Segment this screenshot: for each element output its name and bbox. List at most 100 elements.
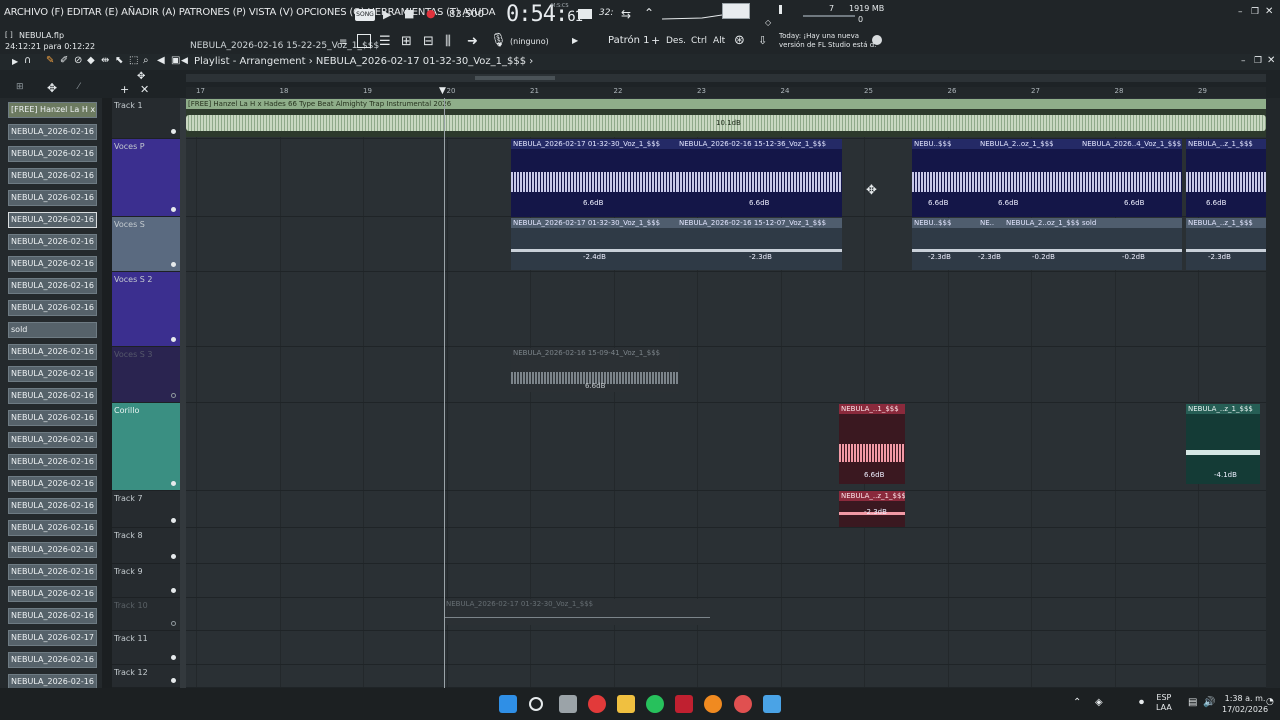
audio-clip-voces-p-1[interactable]: NEBULA_2026-02-17 01-32-30_Voz_1_$$$ 6.6… bbox=[511, 139, 677, 217]
picker-item[interactable]: NEBULA_2026-02-16 15- bbox=[8, 344, 97, 360]
file-explorer-icon[interactable] bbox=[617, 695, 635, 713]
picker-item[interactable]: NEBULA_2026-02-16 14- bbox=[8, 146, 97, 162]
app-red-icon[interactable] bbox=[675, 695, 693, 713]
brush-tool-icon[interactable]: ✐ bbox=[60, 55, 68, 66]
windows-start-icon[interactable] bbox=[499, 695, 517, 713]
timeline-ruler[interactable]: 17 18 19 20 21 22 23 24 25 26 27 28 29 bbox=[186, 87, 1266, 98]
close-app-button[interactable]: ✕ bbox=[1265, 6, 1273, 17]
audio-clip-track7[interactable]: NEBULA_..z_1_$$$ -2.3dB bbox=[839, 491, 905, 527]
slice-tool-icon[interactable]: ⇹ bbox=[101, 55, 109, 66]
network-icon[interactable]: ◈ bbox=[1095, 697, 1103, 708]
news-line-1[interactable]: Today: ¡Hay una nueva bbox=[779, 32, 859, 40]
picker-item[interactable]: NEBULA_2026-02-16 15- bbox=[8, 212, 97, 228]
modifier-ctrl[interactable]: Ctrl bbox=[691, 36, 707, 46]
picker-link-icon[interactable]: ⁄ bbox=[78, 82, 80, 92]
browser-icon[interactable]: ⫼ bbox=[445, 34, 451, 49]
track-mute-dot[interactable] bbox=[171, 588, 176, 593]
loop-icon[interactable]: ⇆ bbox=[621, 7, 631, 21]
audio-clip-voces-p-5[interactable]: NEBULA_2026..4_Voz_1_$$$ 6.6dB bbox=[1080, 139, 1182, 217]
horizontal-scrollbar[interactable] bbox=[186, 74, 1266, 82]
audio-clip-voces-s-7[interactable]: NE.. -2.3dB bbox=[978, 218, 1004, 270]
playhead-marker[interactable]: ▼ bbox=[439, 86, 446, 96]
track-mute-dot[interactable] bbox=[171, 554, 176, 559]
picker-item[interactable]: NEBULA_2026-02-17 17- bbox=[8, 630, 97, 646]
playlist-minimize-button[interactable]: – bbox=[1241, 56, 1246, 66]
playlist-menu-arrow[interactable]: ▶ bbox=[12, 57, 18, 66]
maximize-app-button[interactable]: ❐ bbox=[1251, 7, 1259, 17]
playlist-toggle-icon[interactable] bbox=[357, 34, 371, 48]
language-indicator[interactable]: ESP LAA bbox=[1156, 693, 1172, 713]
picker-item[interactable]: NEBULA_2026-02-16 16- bbox=[8, 432, 97, 448]
picker-item[interactable]: NEBULA_2026-02-16 16- bbox=[8, 520, 97, 536]
track-header-1[interactable]: Track 1 bbox=[112, 98, 180, 139]
modifier-undo[interactable]: Des. bbox=[666, 36, 686, 46]
play-button[interactable]: ▶ bbox=[383, 8, 391, 21]
pencil-tool-icon[interactable]: ✎ bbox=[46, 55, 54, 66]
mute-tool-icon[interactable]: ⊘ bbox=[74, 55, 82, 66]
track-mute-dot[interactable] bbox=[171, 655, 176, 660]
move-icon[interactable]: ✥ bbox=[47, 81, 57, 95]
volume-icon[interactable]: 🔊 bbox=[1203, 697, 1215, 708]
audio-clip-voces-s-6[interactable]: NEBULA_..z_1_$$$ -2.3dB bbox=[1186, 218, 1266, 270]
system-clock[interactable]: 1:38 a. m. 17/02/2026 bbox=[1222, 693, 1268, 715]
track-header-corillo[interactable]: Corillo bbox=[112, 403, 180, 491]
pattern-next-icon[interactable]: ▶ bbox=[572, 36, 578, 45]
speaker-icon[interactable]: ◀ bbox=[157, 55, 165, 66]
picker-item[interactable]: NEBULA_2026-02-16 15- bbox=[8, 278, 97, 294]
task-view-icon[interactable] bbox=[559, 695, 577, 713]
piano-icon[interactable] bbox=[578, 9, 592, 19]
picker-item[interactable]: NEBULA_2026-02-16 15- bbox=[8, 388, 97, 404]
audio-clip-corillo-2[interactable]: NEBULA_..z_1_$$$ -4.1dB bbox=[1186, 404, 1260, 484]
news-line-2[interactable]: versión de FL Studio está d. bbox=[779, 41, 876, 49]
stop-button[interactable]: ■ bbox=[404, 7, 414, 20]
microphone-icon[interactable]: 🎙 bbox=[490, 33, 507, 48]
audio-clip-voces-p-4[interactable]: NEBULA_2..oz_1_$$$ 6.6dB bbox=[978, 139, 1080, 217]
download-icon[interactable]: ⇩ bbox=[758, 34, 767, 47]
mixer-icon[interactable]: ⊟ bbox=[423, 34, 434, 49]
slip-tool-icon[interactable]: ◆ bbox=[87, 55, 95, 66]
record-button[interactable]: ● bbox=[426, 7, 436, 20]
minimize-app-button[interactable]: – bbox=[1238, 7, 1243, 17]
picker-item[interactable]: NEBULA_2026-02-16 16- bbox=[8, 586, 97, 602]
scrollbar-handle[interactable] bbox=[475, 76, 555, 80]
audio-clip-voces-s-5[interactable]: sold -0.2dB bbox=[1080, 218, 1182, 270]
zoom-tool-icon[interactable]: ⬚ bbox=[129, 55, 138, 66]
picker-item[interactable]: NEBULA_2026-02-16 16- bbox=[8, 498, 97, 514]
mic-tray-icon[interactable]: ⏺ bbox=[1139, 697, 1144, 708]
add-track-icon[interactable]: + bbox=[120, 83, 129, 96]
main-menu[interactable]: ARCHIVO (F) EDITAR (E) AÑADIR (A) PATRON… bbox=[4, 7, 495, 18]
picker-item[interactable]: NEBULA_2026-02-16 15- bbox=[8, 190, 97, 206]
master-pitch-knob[interactable] bbox=[722, 3, 750, 19]
picker-item[interactable]: NEBULA_2026-02-16 15- bbox=[8, 168, 97, 184]
track-mute-dot[interactable] bbox=[171, 337, 176, 342]
whatsapp-icon[interactable] bbox=[646, 695, 664, 713]
pattern-none-select[interactable]: (ninguno) bbox=[510, 37, 549, 46]
picker-item[interactable]: NEBULA_2026-02-16 17- bbox=[8, 652, 97, 668]
audio-clip-voces-p-2[interactable]: NEBULA_2026-02-16 15-12-36_Voz_1_$$$ 6.6… bbox=[677, 139, 842, 217]
track-header-8[interactable]: Track 8 bbox=[112, 528, 180, 564]
track-mute-dot[interactable] bbox=[171, 207, 176, 212]
search-icon[interactable]: ⌕ bbox=[143, 55, 149, 66]
audio-clip-voces-p-6[interactable]: NEBULA_..z_1_$$$ 6.6dB bbox=[1186, 139, 1266, 217]
step-label[interactable]: 32: bbox=[599, 8, 613, 18]
audio-clip-beat[interactable]: [FREE] Hanzel La H x Hades 66 Type Beat … bbox=[186, 99, 1266, 137]
tray-chevron-icon[interactable]: ⌃ bbox=[1073, 697, 1081, 708]
picker-item[interactable]: NEBULA_2026-02-16 16- bbox=[8, 542, 97, 558]
picker-item[interactable]: NEBULA_2026-02-16 16- bbox=[8, 410, 97, 426]
picker-item[interactable]: NEBULA_2026-02-16 16- bbox=[8, 476, 97, 492]
track-mute-dot[interactable] bbox=[171, 393, 176, 398]
audio-clip-muted-1[interactable]: NEBULA_2026-02-16 15-09-41_Voz_1_$$$ 6.6… bbox=[511, 348, 679, 392]
picker-item[interactable]: NEBULA_2026-02-16 16- bbox=[8, 564, 97, 580]
audio-clip-voces-s-4[interactable]: NEBULA_2..oz_1_$$$ -0.2dB bbox=[1004, 218, 1080, 270]
select-tool-icon[interactable]: ⬉ bbox=[115, 55, 123, 66]
track-mute-dot[interactable] bbox=[171, 129, 176, 134]
picker-view-icon[interactable]: ⊞ bbox=[16, 82, 24, 92]
picker-item[interactable]: NEBULA_2026-02-16 16- bbox=[8, 454, 97, 470]
track-header-12[interactable]: Track 12 bbox=[112, 665, 180, 688]
picker-item[interactable]: NEBULA_2026-02-16 14- bbox=[8, 124, 97, 140]
track-header-voces-s[interactable]: Voces S bbox=[112, 217, 180, 272]
magnet-icon[interactable]: ∩ bbox=[24, 55, 31, 66]
news-globe-icon[interactable] bbox=[872, 35, 882, 45]
audio-clip-voces-s-3[interactable]: NEBU..$$$ -2.3dB bbox=[912, 218, 978, 270]
playlist-grid[interactable]: [FREE] Hanzel La H x Hades 66 Type Beat … bbox=[186, 98, 1266, 688]
